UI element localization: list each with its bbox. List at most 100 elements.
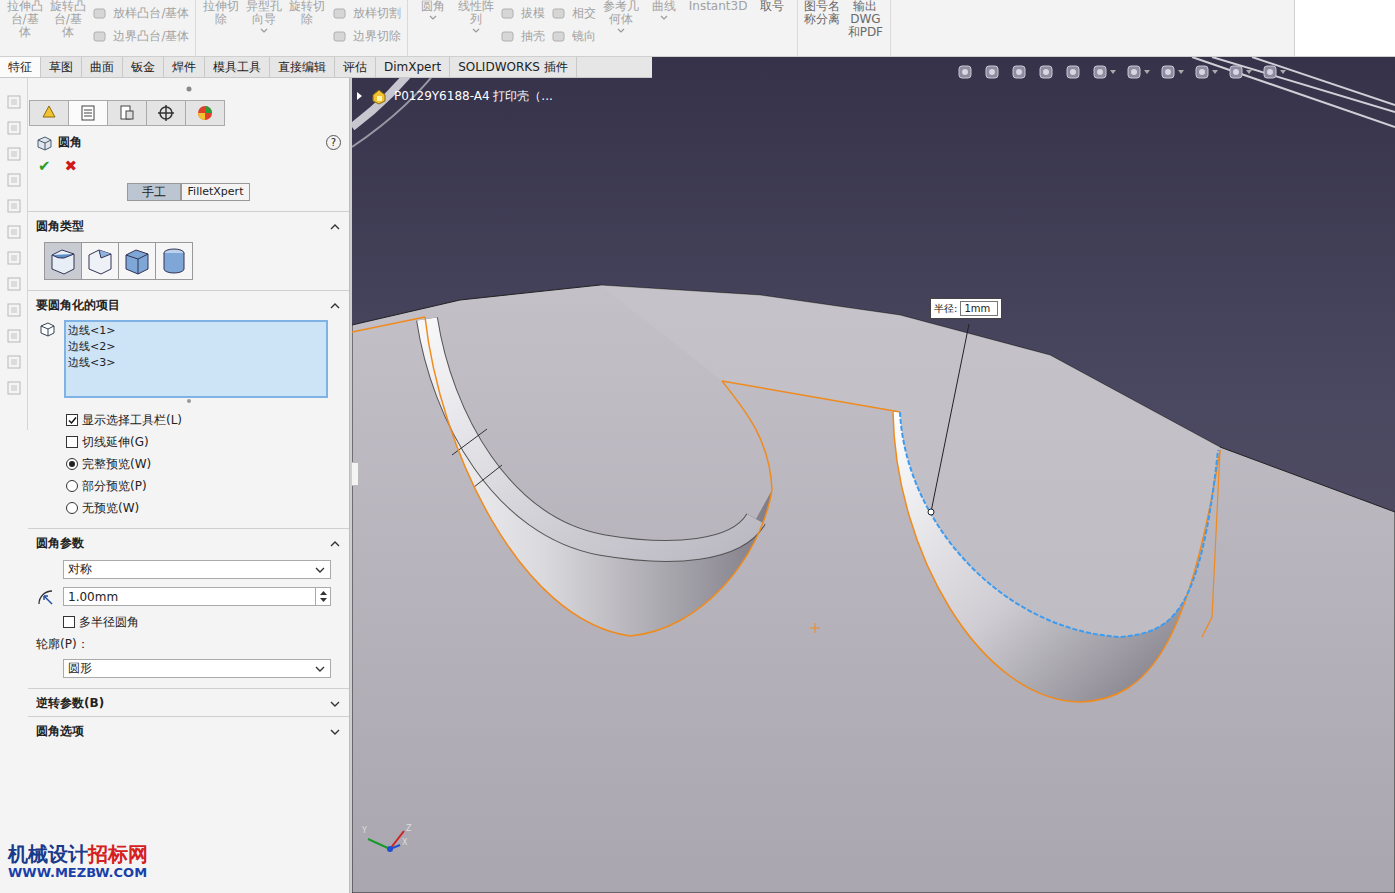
display-style-button[interactable] xyxy=(1125,63,1150,81)
radius-input[interactable]: 1.00mm xyxy=(63,587,331,606)
radio-row[interactable]: 完整预览(W) xyxy=(66,456,349,472)
ribbon-small-button[interactable]: 放样切割 xyxy=(332,6,401,20)
command-tab[interactable]: 评估 xyxy=(335,57,376,77)
view-orientation-button[interactable] xyxy=(1091,63,1116,81)
edge-list[interactable]: 边线<1>边线<2>边线<3> xyxy=(64,320,328,398)
previous-view-button[interactable] xyxy=(1010,63,1028,81)
fillet-type-icon xyxy=(48,245,78,277)
cancel-button[interactable]: ✖ xyxy=(65,157,78,175)
checkbox[interactable] xyxy=(63,616,75,628)
checkbox-row[interactable]: 切线延伸(G) xyxy=(66,434,349,450)
ribbon-button[interactable]: 线性阵列 xyxy=(457,0,494,34)
help-button[interactable]: ? xyxy=(326,135,341,150)
ribbon: 拉伸凸台/基体旋转凸台/基体放样凸台/基体边界凸台/基体拉伸切除异型孔向导旋转切… xyxy=(0,0,1395,57)
section-view-button[interactable] xyxy=(1037,63,1055,81)
edge-item[interactable]: 边线<3> xyxy=(68,355,324,371)
fillet-type-button[interactable] xyxy=(44,242,82,280)
edge-item[interactable]: 边线<1> xyxy=(68,323,324,339)
ribbon-button[interactable]: 拉伸凸台/基体 xyxy=(6,0,43,39)
graphics-area[interactable]: P0129Y6188-A4 打印壳（...半径:1mmYZX xyxy=(352,57,1395,893)
ribbon-small-button[interactable]: 镜向 xyxy=(551,29,596,43)
panel-tab[interactable] xyxy=(107,100,147,126)
ribbon-small-button[interactable]: 边界凸台/基体 xyxy=(92,29,189,43)
apply-scene-button[interactable] xyxy=(1227,63,1252,81)
ribbon-button[interactable]: 拉伸切除 xyxy=(202,0,239,26)
ribbon-button[interactable]: 旋转凸台/基体 xyxy=(49,0,86,39)
checkbox-row[interactable]: 显示选择工具栏(L) xyxy=(66,412,349,428)
ribbon-button[interactable]: 曲线 xyxy=(646,0,683,21)
command-tab[interactable]: 焊件 xyxy=(164,57,205,77)
ribbon-small-button[interactable]: 抽壳 xyxy=(500,29,545,43)
ribbon-label: Instant3D xyxy=(689,0,748,13)
radio[interactable] xyxy=(66,480,78,492)
callout-value[interactable]: 1mm xyxy=(960,301,998,316)
radio[interactable] xyxy=(66,458,78,470)
mode-button[interactable]: FilletXpert xyxy=(181,183,251,201)
spin-buttons[interactable] xyxy=(315,588,330,605)
ribbon-label: 边界凸台/基体 xyxy=(113,29,189,43)
profile-dropdown[interactable]: 圆形 xyxy=(63,659,331,678)
command-tab[interactable]: DimXpert xyxy=(376,57,450,77)
mode-button[interactable]: 手工 xyxy=(127,183,181,201)
panel-tab[interactable] xyxy=(29,100,69,126)
panel-tab[interactable] xyxy=(146,100,186,126)
section-header[interactable]: 逆转参数(B) xyxy=(28,688,349,716)
tool-icon xyxy=(6,276,22,292)
fillet-type-button[interactable] xyxy=(81,242,119,280)
ribbon-button[interactable]: 输出DWG和PDF xyxy=(847,0,884,39)
ribbon-button[interactable]: 取号 xyxy=(753,0,790,13)
ribbon-small-button[interactable]: 拔模 xyxy=(500,6,545,20)
command-tab[interactable]: 草图 xyxy=(41,57,82,77)
ribbon-small-button[interactable]: 放样凸台/基体 xyxy=(92,6,189,20)
ribbon-label: 输出DWG和PDF xyxy=(847,0,884,39)
ribbon-button[interactable]: 旋转切除 xyxy=(289,0,326,26)
panel-tab[interactable] xyxy=(68,100,108,126)
radio-row[interactable]: 无预览(W) xyxy=(66,500,349,516)
command-tab[interactable]: 模具工具 xyxy=(205,57,270,77)
section-header[interactable]: 圆角参数 xyxy=(28,528,349,556)
ok-button[interactable]: ✔ xyxy=(38,157,51,175)
ribbon-button[interactable]: 图号名称分离 xyxy=(804,0,841,26)
radio-row[interactable]: 部分预览(P) xyxy=(66,478,349,494)
ribbon-button[interactable]: 参考几何体 xyxy=(602,0,639,34)
fillet-type-button[interactable] xyxy=(155,242,193,280)
command-tab[interactable]: 特征 xyxy=(0,57,41,77)
zoom-area-button[interactable] xyxy=(983,63,1001,81)
command-tab[interactable]: 直接编辑 xyxy=(270,57,335,77)
part-model[interactable] xyxy=(352,57,1395,893)
ribbon-small-button[interactable]: 相交 xyxy=(551,6,596,20)
ribbon-button[interactable]: 异型孔向导 xyxy=(246,0,283,34)
panel-collapse-handle[interactable] xyxy=(352,462,359,486)
panel-tab[interactable] xyxy=(185,100,225,126)
command-tab[interactable]: 钣金 xyxy=(123,57,164,77)
ribbon-label: 旋转凸台/基体 xyxy=(49,0,86,39)
fillet-type-icon xyxy=(159,245,189,277)
ribbon-button[interactable]: 圆角 xyxy=(414,0,451,21)
checkbox[interactable] xyxy=(66,436,78,448)
checkbox[interactable] xyxy=(66,414,78,426)
hide-show-button[interactable] xyxy=(1159,63,1184,81)
command-tab[interactable]: SOLIDWORKS 插件 xyxy=(450,57,576,77)
zoom-fit-button[interactable] xyxy=(956,63,974,81)
radio[interactable] xyxy=(66,502,78,514)
fillet-type-button[interactable] xyxy=(118,242,156,280)
edge-item[interactable]: 边线<2> xyxy=(68,339,324,355)
edit-appearance-button[interactable] xyxy=(1193,63,1218,81)
section-header[interactable]: 圆角类型 xyxy=(28,211,349,239)
section-header[interactable]: 要圆角化的项目 xyxy=(28,290,349,318)
section-header[interactable]: 圆角选项 xyxy=(28,716,349,744)
ribbon-label: 取号 xyxy=(753,0,790,13)
checkbox-row[interactable]: 多半径圆角 xyxy=(28,610,349,632)
command-tab[interactable]: 曲面 xyxy=(82,57,123,77)
radius-callout[interactable]: 半径:1mm xyxy=(930,298,1002,319)
ribbon-button[interactable]: Instant3D xyxy=(689,0,748,13)
dynamic-annotation-button[interactable] xyxy=(1064,63,1082,81)
featuremanager-icon xyxy=(39,103,59,123)
apply-scene-icon xyxy=(1227,63,1245,81)
feature-icon xyxy=(551,6,567,20)
fillet-icon xyxy=(36,135,52,151)
ribbon-small-button[interactable]: 边界切除 xyxy=(332,29,401,43)
symmetry-dropdown[interactable]: 对称 xyxy=(63,560,331,579)
breadcrumb[interactable]: P0129Y6188-A4 打印壳（... xyxy=(356,87,553,105)
view-settings-button[interactable] xyxy=(1261,63,1286,81)
